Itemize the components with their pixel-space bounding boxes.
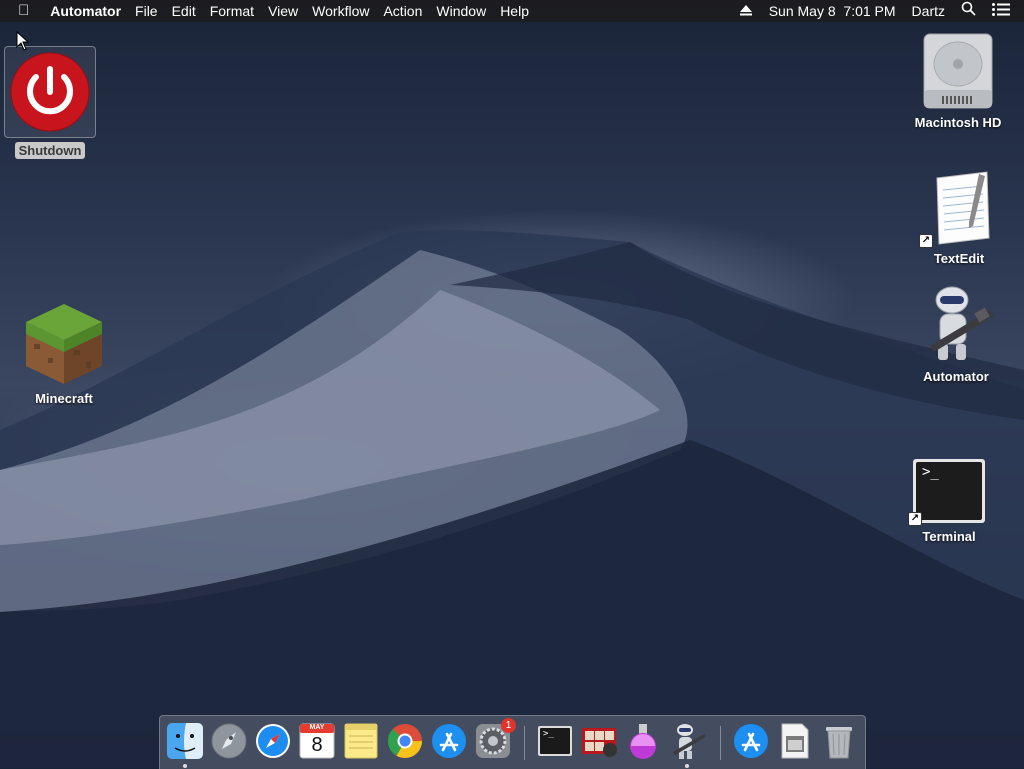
eject-icon[interactable]: [731, 0, 761, 22]
automator-robot-icon: [916, 284, 996, 364]
notification-list-icon[interactable]: [984, 0, 1024, 22]
app-store-icon[interactable]: [430, 722, 468, 760]
desktop-icon-label: Shutdown: [14, 142, 86, 159]
trash-icon[interactable]: [820, 722, 858, 760]
desktop-icon-label: Minecraft: [35, 391, 93, 406]
photo-booth-icon[interactable]: [580, 722, 618, 760]
terminal-prompt: >_: [543, 729, 554, 739]
apple-menu-icon[interactable]: : [0, 0, 43, 22]
alias-arrow-icon: ↗: [919, 234, 933, 248]
alias-arrow-icon: ↗: [908, 512, 922, 526]
menu-help[interactable]: Help: [493, 0, 536, 22]
automator-icon[interactable]: [668, 722, 706, 768]
preview-icon[interactable]: [776, 722, 814, 760]
menu-clock[interactable]: Sun May 8 7:01 PM: [761, 0, 904, 22]
desktop-icon-label: TextEdit: [933, 251, 985, 266]
menu-format[interactable]: Format: [203, 0, 261, 22]
calendar-month: MAY: [309, 724, 325, 731]
notes-icon[interactable]: [342, 722, 380, 760]
safari-icon[interactable]: [254, 722, 292, 760]
terminal-icon: >_ ↗: [908, 458, 986, 526]
calendar-icon[interactable]: MAY 8: [298, 722, 336, 760]
power-icon: [4, 46, 96, 138]
system-preferences-icon[interactable]: 1: [474, 718, 516, 760]
notification-badge: 1: [501, 718, 516, 733]
desktop-icon-label: Terminal: [922, 529, 976, 544]
potion-app-icon[interactable]: [624, 722, 662, 760]
menu-action[interactable]: Action: [376, 0, 429, 22]
menu-view[interactable]: View: [261, 0, 305, 22]
textedit-icon: ↗: [919, 170, 995, 248]
finder-icon[interactable]: [166, 722, 204, 768]
dock: MAY 8 1 >_: [159, 715, 866, 769]
app-store-folder-icon[interactable]: [732, 722, 770, 760]
desktop-icon-textedit[interactable]: ↗ TextEdit: [914, 170, 1004, 267]
dock-separator: [720, 726, 721, 760]
hard-drive-icon: [920, 30, 996, 110]
desktop-icon-shutdown[interactable]: Shutdown: [4, 46, 96, 159]
grass-block-icon: [22, 300, 106, 386]
desktop-icon-label: Macintosh HD: [914, 115, 1002, 130]
desktop-icon-minecraft[interactable]: Minecraft: [19, 300, 109, 407]
launchpad-icon[interactable]: [210, 722, 248, 760]
chrome-icon[interactable]: [386, 722, 424, 760]
desktop-icon-macintosh-hd[interactable]: Macintosh HD: [906, 30, 1010, 131]
desktop-icon-automator[interactable]: Automator: [910, 284, 1002, 385]
dock-separator: [524, 726, 525, 760]
desktop-wallpaper: [0, 230, 1024, 768]
terminal-prompt: >_: [922, 464, 939, 480]
desktop-icon-terminal[interactable]: >_ ↗ Terminal: [904, 458, 994, 545]
menu-user[interactable]: Dartz: [904, 0, 953, 22]
menu-app-name[interactable]: Automator: [43, 0, 128, 22]
menu-workflow[interactable]: Workflow: [305, 0, 376, 22]
menu-file[interactable]: File: [128, 0, 165, 22]
menu-window[interactable]: Window: [429, 0, 493, 22]
menu-edit[interactable]: Edit: [165, 0, 203, 22]
terminal-icon[interactable]: >_: [536, 722, 574, 760]
search-icon[interactable]: [953, 0, 984, 22]
calendar-day: 8: [311, 734, 323, 756]
menu-bar:  Automator File Edit Format View Workfl…: [0, 0, 1024, 22]
desktop-icon-label: Automator: [923, 369, 989, 384]
mouse-cursor-icon: [16, 31, 30, 51]
